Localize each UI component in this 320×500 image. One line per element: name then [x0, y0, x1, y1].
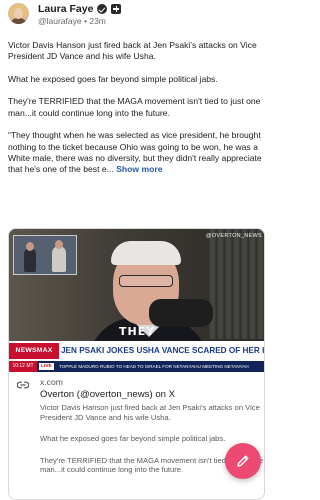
- body-paragraph: What he exposed goes far beyond simple p…: [8, 73, 218, 84]
- live-badge: LIVE: [39, 363, 54, 370]
- inset-video-frame: [13, 235, 77, 275]
- pencil-icon: [237, 455, 249, 467]
- ticker-time: 10:12 MT: [9, 361, 37, 372]
- news-headline: JEN PSAKI JOKES USHA VANCE SCARED OF HER…: [61, 346, 264, 355]
- compose-button[interactable]: [225, 443, 261, 479]
- verified-badge-icon: [97, 4, 108, 14]
- video-thumbnail[interactable]: @OVERTON_NEWS THEY NEWSMAX JEN PSAKI JOK…: [9, 229, 264, 372]
- link-description-paragraph: Victor Davis Hanson just fired back at J…: [40, 403, 260, 422]
- news-lower-third: NEWSMAX JEN PSAKI JOKES USHA VANCE SCARE…: [9, 341, 264, 361]
- network-logo: NEWSMAX: [9, 343, 59, 359]
- author-display-name[interactable]: Laura Faye: [38, 3, 93, 15]
- post-time: 23m: [89, 16, 106, 26]
- video-caption: THEY: [119, 325, 156, 338]
- body-paragraph: They're TERRIFIED that the MAGA movement…: [8, 96, 261, 118]
- meta-separator: •: [83, 16, 87, 26]
- microphone: [149, 299, 213, 327]
- author-handle[interactable]: @laurafaye: [38, 16, 82, 26]
- plus-badge-icon: [111, 4, 122, 14]
- show-more-link[interactable]: Show more: [116, 164, 162, 174]
- link-icon: [17, 381, 29, 389]
- video-watermark: @OVERTON_NEWS: [205, 233, 262, 239]
- link-title[interactable]: Overton (@overton_news) on X: [40, 389, 262, 401]
- ticker-text: TOPPLE MADURO RUBIO TO HEAD TO ISRAEL FO…: [59, 364, 249, 369]
- post: Laura Faye @laurafaye • 23m Victor Davis…: [0, 0, 273, 500]
- author-meta: @laurafaye • 23m: [38, 16, 121, 27]
- post-body: Victor Davis Hanson just fired back at J…: [8, 40, 270, 187]
- news-ticker: 10:12 MT LIVE TOPPLE MADURO RUBIO TO HEA…: [9, 361, 264, 372]
- body-paragraph: Victor Davis Hanson just fired back at J…: [8, 40, 257, 62]
- link-domain: x.com: [40, 377, 63, 387]
- author-info: Laura Faye @laurafaye • 23m: [38, 3, 122, 27]
- body-paragraph-last: “They thought when he was selected as vi…: [8, 130, 270, 175]
- post-header: Laura Faye @laurafaye • 23m: [8, 3, 122, 27]
- link-preview[interactable]: x.com Overton (@overton_news) on X Victo…: [9, 372, 264, 499]
- link-description-paragraph: What he exposed goes far beyond simple p…: [40, 434, 226, 444]
- avatar[interactable]: [8, 3, 29, 24]
